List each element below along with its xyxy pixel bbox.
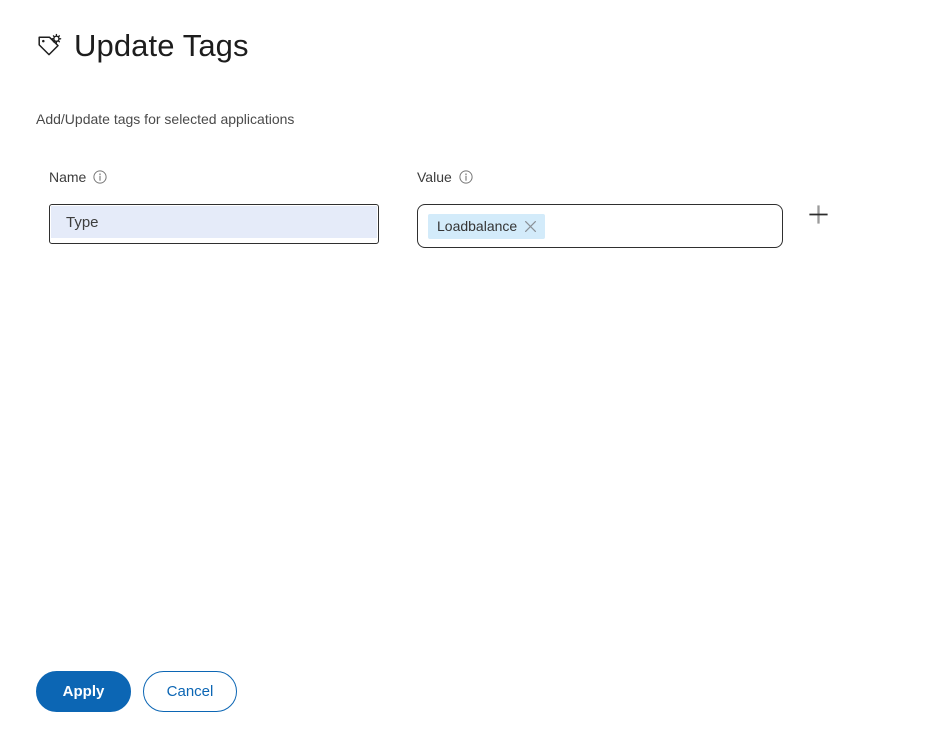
name-suggestion-highlight[interactable]: Type xyxy=(51,206,377,238)
value-label: Value xyxy=(417,169,452,185)
plus-icon xyxy=(808,204,829,225)
footer-actions: Apply Cancel xyxy=(36,671,237,712)
info-circle-icon[interactable] xyxy=(93,170,107,184)
name-input-value: Type xyxy=(66,213,99,231)
page-header: Update Tags xyxy=(36,28,249,64)
value-column: Value Loadbalance xyxy=(417,168,783,248)
tag-row: Name Type Value Loadbalance xyxy=(0,168,928,264)
page-subtitle: Add/Update tags for selected application… xyxy=(36,111,295,127)
name-column: Name Type xyxy=(49,168,379,244)
add-tag-row-button[interactable] xyxy=(806,202,831,227)
tag-sparkle-icon xyxy=(36,32,64,60)
close-x-icon[interactable] xyxy=(524,220,537,233)
value-label-group: Value xyxy=(417,168,783,186)
value-chip[interactable]: Loadbalance xyxy=(428,213,546,239)
cancel-button[interactable]: Cancel xyxy=(143,671,237,712)
page-title: Update Tags xyxy=(74,28,249,63)
info-circle-icon[interactable] xyxy=(459,170,473,184)
value-input[interactable]: Loadbalance xyxy=(417,204,783,248)
name-label: Name xyxy=(49,169,87,185)
apply-button[interactable]: Apply xyxy=(36,671,131,712)
name-label-group: Name xyxy=(49,168,379,186)
name-input[interactable]: Type xyxy=(49,204,379,244)
tags-form: Name Type Value Loadbalance xyxy=(0,168,928,264)
value-chip-label: Loadbalance xyxy=(437,218,518,234)
